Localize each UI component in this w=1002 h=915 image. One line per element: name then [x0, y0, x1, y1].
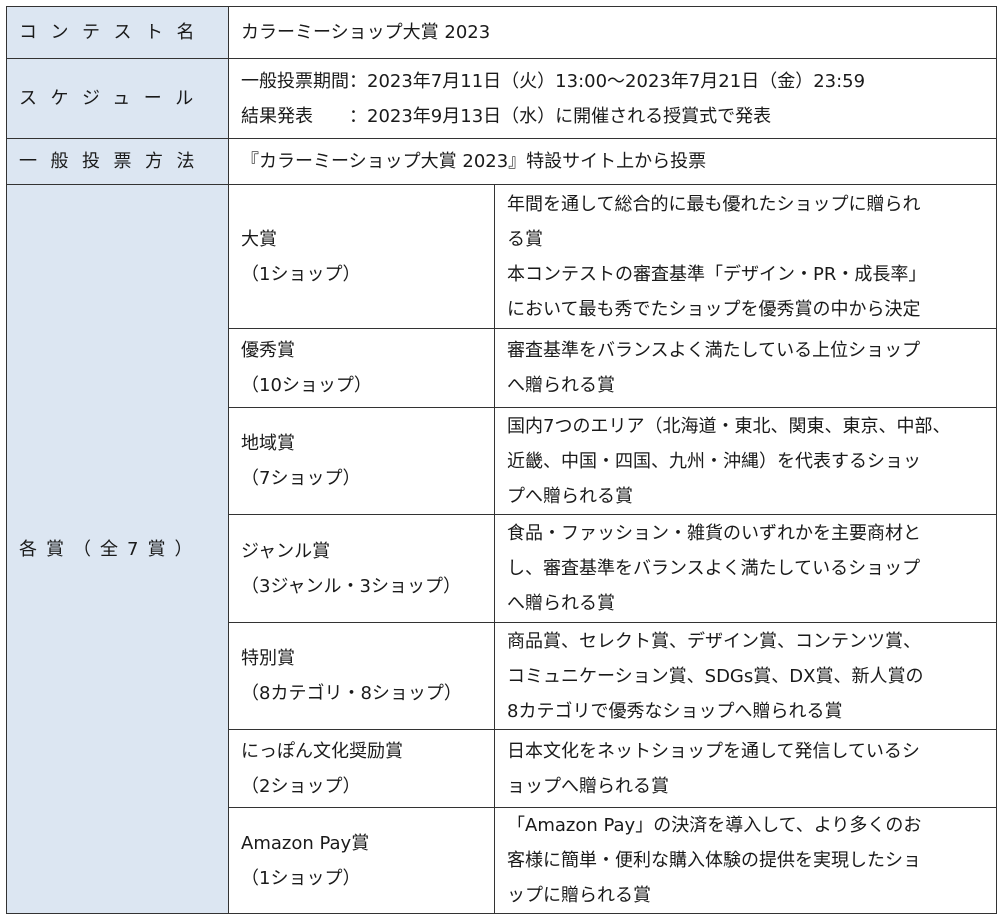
award-description-line: 日本文化をネットショップを通して発信しているシ — [507, 740, 920, 762]
label-awards: 各賞（全7賞） — [6, 184, 229, 914]
award-row-grand-prize: 各賞（全7賞） 大賞 （1ショップ） 年間を通して総合的に最も優れたショップに贈… — [6, 184, 998, 914]
row-schedule: スケジュール 一般投票期間：2023年7月11日（火）13:00～2023年7月… — [6, 58, 998, 139]
award-name: にっぽん文化奨励賞 — [241, 740, 403, 762]
award-name: 大賞 — [241, 228, 277, 250]
label-voting-method: 一般投票方法 — [6, 138, 229, 185]
row-voting-method: 一般投票方法 『カラーミーショップ大賞 2023』特設サイト上から投票 — [6, 138, 998, 185]
award-name-cell: Amazon Pay賞 （1ショップ） — [228, 807, 495, 914]
award-count: （1ショップ） — [241, 263, 361, 285]
award-description-line: ョップへ贈られる賞 — [507, 775, 669, 797]
contest-name-value: カラーミーショップ大賞 2023 — [227, 6, 998, 59]
award-description-line: る賞 — [507, 228, 543, 250]
award-count: （8カテゴリ・8ショップ） — [241, 683, 462, 704]
award-description: 日本文化をネットショップを通して発信しているシ ョップへ贈られる賞 — [493, 729, 998, 808]
award-description: 商品賞、セレクト賞、デザイン賞、コンテンツ賞、 コミュニケーション賞、SDGs賞… — [493, 622, 998, 730]
award-name-cell: 地域賞 （7ショップ） — [228, 407, 495, 515]
award-description-line: 国内7つのエリア（北海道・東北、関東、東京、中部、 — [507, 415, 951, 437]
award-name: Amazon Pay賞 — [241, 832, 370, 854]
award-description-line: 審査基準をバランスよく満たしている上位ショップ — [507, 340, 921, 361]
contest-info-table: コンテスト名 カラーミーショップ大賞 2023 スケジュール 一般投票期間：20… — [6, 6, 998, 914]
row-contest-name: コンテスト名 カラーミーショップ大賞 2023 — [6, 6, 998, 59]
award-description-line: 商品賞、セレクト賞、デザイン賞、コンテンツ賞、 — [507, 630, 921, 652]
award-description-line: へ贈られる賞 — [507, 375, 615, 396]
award-description: 「Amazon Pay」の決済を導入して、より多くのお 客様に簡単・便利な購入体… — [493, 807, 998, 914]
award-description-line: ップに贈られる賞 — [507, 885, 651, 906]
award-count: （10ショップ） — [241, 375, 372, 396]
award-description-line: 年間を通して総合的に最も優れたショップに贈られ — [507, 193, 921, 215]
award-description-line: 8カテゴリで優秀なショップへ贈られる賞 — [507, 700, 843, 722]
label-schedule: スケジュール — [6, 58, 229, 139]
award-count: （1ショップ） — [241, 867, 361, 889]
award-count: （2ショップ） — [241, 775, 361, 797]
award-description: 食品・ファッション・雑貨のいずれかを主要商材と し、審査基準をバランスよく満たし… — [493, 514, 998, 623]
award-name: 優秀賞 — [241, 340, 295, 361]
award-description-line: 「Amazon Pay」の決済を導入して、より多くのお — [507, 815, 922, 836]
award-name-cell: 優秀賞 （10ショップ） — [228, 328, 495, 408]
award-description-line: 本コンテストの審査基準「デザイン・PR・成長率」 — [507, 263, 927, 285]
award-description: 国内7つのエリア（北海道・東北、関東、東京、中部、 近畿、中国・四国、九州・沖縄… — [493, 407, 998, 515]
award-name: 地域賞 — [241, 433, 295, 454]
schedule-result-announcement: 結果発表 ：2023年9月13日（水）に開催される授賞式で発表 — [241, 105, 772, 127]
award-count: （7ショップ） — [241, 468, 361, 489]
award-name-cell: にっぽん文化奨励賞 （2ショップ） — [228, 729, 495, 808]
award-name: ジャンル賞 — [241, 540, 331, 562]
award-count: （3ジャンル・3ショップ） — [241, 575, 462, 597]
award-name-cell: ジャンル賞 （3ジャンル・3ショップ） — [228, 514, 495, 623]
award-name-cell: 特別賞 （8カテゴリ・8ショップ） — [228, 622, 495, 730]
award-description-line: コミュニケーション賞、SDGs賞、DX賞、新人賞の — [507, 665, 924, 687]
label-contest-name: コンテスト名 — [6, 6, 229, 59]
award-description: 審査基準をバランスよく満たしている上位ショップ へ贈られる賞 — [493, 328, 998, 408]
award-description: 年間を通して総合的に最も優れたショップに贈られ る賞 本コンテストの審査基準「デ… — [493, 184, 998, 329]
voting-method-value: 『カラーミーショップ大賞 2023』特設サイト上から投票 — [227, 138, 998, 185]
award-name-cell: 大賞 （1ショップ） — [228, 184, 495, 329]
award-description-line: へ贈られる賞 — [507, 593, 615, 614]
award-description-line: し、審査基準をバランスよく満たしているショップ — [507, 558, 921, 579]
award-name: 特別賞 — [241, 648, 295, 669]
award-description-line: プへ贈られる賞 — [507, 485, 633, 507]
schedule-voting-period: 一般投票期間：2023年7月11日（火）13:00～2023年7月21日（金）2… — [241, 70, 866, 92]
award-description-line: 食品・ファッション・雑貨のいずれかを主要商材と — [507, 523, 921, 544]
award-description-line: 客様に簡単・便利な購入体験の提供を実現したショ — [507, 850, 921, 871]
award-description-line: において最も秀でたショップを優秀賞の中から決定 — [507, 298, 921, 320]
schedule-value: 一般投票期間：2023年7月11日（火）13:00～2023年7月21日（金）2… — [227, 58, 998, 139]
award-description-line: 近畿、中国・四国、九州・沖縄）を代表するショッ — [507, 450, 921, 472]
